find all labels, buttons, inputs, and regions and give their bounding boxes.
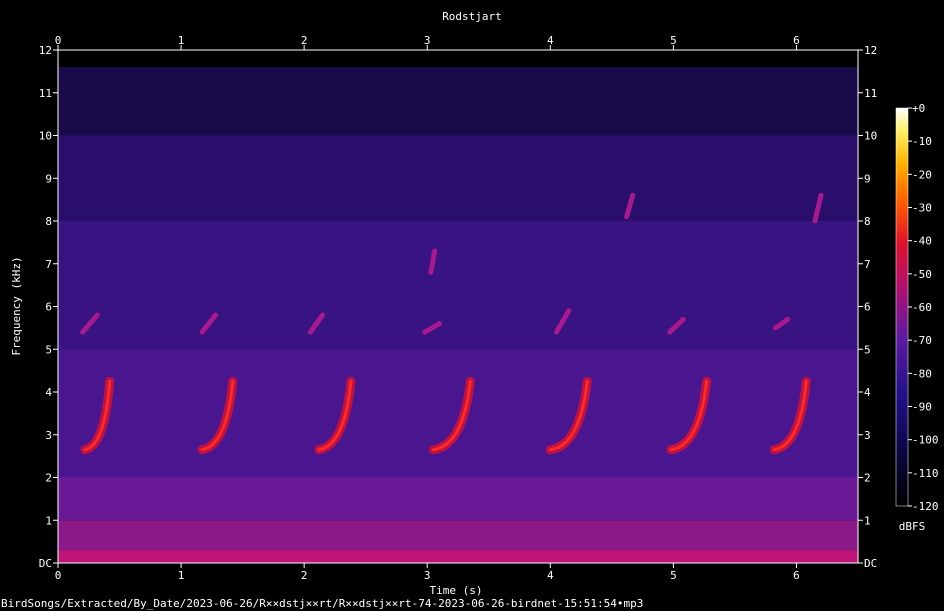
plot-area xyxy=(57,49,859,564)
x-tick-label: 6 xyxy=(793,569,800,582)
colorbar-label: dBFS xyxy=(899,520,926,533)
y-tick-label: 5 xyxy=(45,343,52,356)
y-axis-right: DC123456789101112 xyxy=(858,44,877,570)
x-tick-label-top: 2 xyxy=(301,34,308,47)
y-tick-label: 11 xyxy=(39,87,52,100)
colorbar-tick-label: -80 xyxy=(912,367,932,380)
y-tick-label: 12 xyxy=(39,44,52,57)
energy-band xyxy=(58,550,858,563)
colorbar-tick-label: -60 xyxy=(912,301,932,314)
colorbar-tick-label: -40 xyxy=(912,235,932,248)
y-tick-label-right: 4 xyxy=(864,386,871,399)
energy-bands xyxy=(58,50,858,563)
y-axis-label: Frequency (kHz) xyxy=(10,256,23,355)
x-tick-label-top: 5 xyxy=(670,34,677,47)
y-tick-label: 4 xyxy=(45,386,52,399)
y-tick-label: 6 xyxy=(45,301,52,314)
x-tick-label-top: 4 xyxy=(547,34,554,47)
colorbar-tick-label: -50 xyxy=(912,268,932,281)
x-tick-label-top: 3 xyxy=(424,34,431,47)
colorbar-ticks: +0 -10 -20 -30 -40 -50 -60 -70 -80 -90 -100 -110 -12… xyxy=(908,102,939,513)
x-tick-label: 3 xyxy=(424,569,431,582)
y-tick-label: 1 xyxy=(45,514,52,527)
spectrogram-chart: Rodstjart 0123456 0123456 DC123456789101… xyxy=(1,10,939,610)
y-tick-label-right: 5 xyxy=(864,343,871,356)
x-tick-label: 1 xyxy=(178,569,185,582)
colorbar-tick-label: -20 xyxy=(912,168,932,181)
energy-band xyxy=(58,349,858,478)
x-tick-label-top: 6 xyxy=(793,34,800,47)
y-tick-label: 7 xyxy=(45,258,52,271)
chart-title: Rodstjart xyxy=(442,10,502,23)
y-tick-label: DC xyxy=(39,557,52,570)
colorbar-tick-label: -90 xyxy=(912,401,932,414)
y-tick-label-right: 7 xyxy=(864,258,871,271)
colorbar-tick-label: -10 xyxy=(912,135,932,148)
x-tick-label-top: 0 xyxy=(55,34,62,47)
x-tick-label: 4 xyxy=(547,569,554,582)
energy-band xyxy=(58,135,858,221)
x-tick-label: 0 xyxy=(55,569,62,582)
colorbar-gradient xyxy=(895,107,909,507)
y-tick-label: 9 xyxy=(45,172,52,185)
colorbar-tick-label: -120 xyxy=(912,500,939,513)
x-axis-top: 0 1 2 3 4 5 6 xyxy=(55,34,800,50)
energy-band xyxy=(58,67,858,136)
footer-filepath: BirdSongs/Extracted/By_Date/2023-06-26/R… xyxy=(1,597,643,610)
colorbar-tick-label: +0 xyxy=(912,102,925,115)
y-tick-label-right: 6 xyxy=(864,301,871,314)
y-tick-label-right: 8 xyxy=(864,215,871,228)
y-tick-label-right: 11 xyxy=(864,87,877,100)
y-tick-label: 8 xyxy=(45,215,52,228)
x-axis-label: Time (s) xyxy=(430,584,483,597)
y-tick-label: 3 xyxy=(45,429,52,442)
colorbar-tick-label: -70 xyxy=(912,334,932,347)
energy-band xyxy=(58,477,858,521)
y-tick-label-right: 1 xyxy=(864,514,871,527)
x-axis-bottom: 0 1 2 3 4 5 6 xyxy=(55,563,800,582)
y-tick-label-right: 12 xyxy=(864,44,877,57)
y-tick-label-right: 10 xyxy=(864,130,877,143)
y-tick-label-right: 2 xyxy=(864,472,871,485)
y-tick-label: 10 xyxy=(39,130,52,143)
energy-band xyxy=(58,50,858,68)
y-tick-label-right: DC xyxy=(864,557,877,570)
y-tick-label-right: 3 xyxy=(864,429,871,442)
colorbar-tick-label: -30 xyxy=(912,202,932,215)
x-tick-label: 5 xyxy=(670,569,677,582)
x-tick-label: 2 xyxy=(301,569,308,582)
energy-band xyxy=(58,520,858,551)
energy-band xyxy=(58,221,858,350)
x-tick-label-top: 1 xyxy=(178,34,185,47)
y-tick-label-right: 9 xyxy=(864,172,871,185)
colorbar-tick-label: -100 xyxy=(912,434,939,447)
y-tick-label: 2 xyxy=(45,472,52,485)
colorbar-tick-label: -110 xyxy=(912,467,939,480)
colorbar: +0 -10 -20 -30 -40 -50 -60 -70 -80 -90 -100 -110 -12… xyxy=(895,102,939,533)
y-axis-left: DC123456789101112 xyxy=(39,44,58,570)
